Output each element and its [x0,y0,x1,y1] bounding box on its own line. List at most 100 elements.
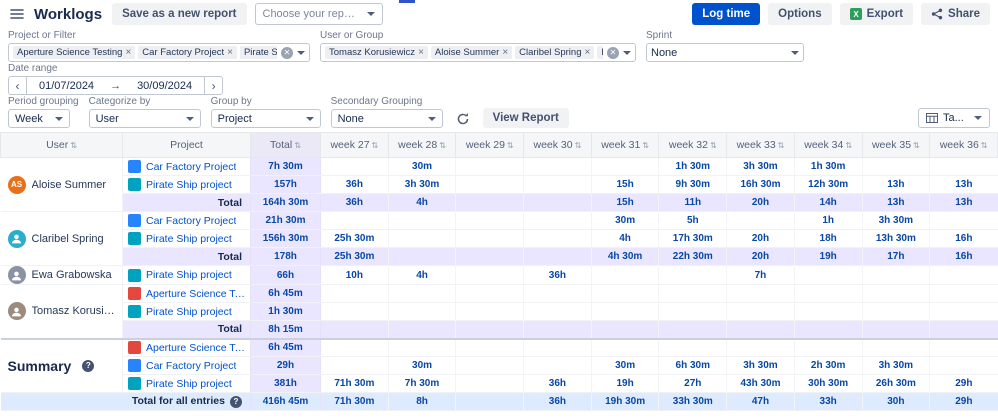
chip-remove-icon[interactable]: × [584,47,590,58]
column-header-week-32[interactable]: week 32 ⇅ [658,132,728,158]
project-icon [128,377,141,390]
options-button[interactable]: Options [768,3,832,25]
column-label: week 30 [533,139,573,151]
week-cell [861,284,930,303]
week-cell: 30m [590,356,659,375]
project-filter-label: Project or Filter [8,30,76,41]
filter-chip[interactable]: Car Factory Project × [138,46,237,59]
week-cell: 29h [929,374,998,393]
column-header-week-36[interactable]: week 36 ⇅ [929,132,998,158]
grand-week-cell: 33h [793,392,862,411]
chip-remove-icon[interactable]: × [418,47,424,58]
project-link[interactable]: Car Factory Project [146,215,236,227]
week-total-cell: 20h [726,247,795,266]
summary-label: Summary [7,357,72,374]
group-by-select[interactable]: Project [210,109,321,128]
view-report-button[interactable]: View Report [482,108,569,128]
row-total-cell: 1h 30m [250,302,321,321]
week-total-cell [793,320,862,339]
project-link[interactable]: Aperture Science Testing [146,342,247,354]
report-select[interactable]: Choose your report... [254,3,383,25]
chip-remove-icon[interactable]: × [125,47,131,58]
categorize-by-select[interactable]: User [88,109,201,128]
chip-label: Pirate Ship project [243,47,277,58]
sprint-select[interactable]: None [646,43,804,62]
column-header-week-35[interactable]: week 35 ⇅ [861,132,931,158]
chevron-down-icon [974,116,982,120]
project-link[interactable]: Pirate Ship project [146,179,232,191]
filter-chip[interactable]: Tomasz Korusiewicz × [325,46,428,59]
clear-all-icon[interactable]: ✕ [281,46,293,59]
week-cell [726,337,795,357]
filter-chip[interactable]: Aperture Science Testing × [13,46,136,59]
help-icon[interactable]: ? [82,359,95,372]
chip-remove-icon[interactable]: × [502,47,508,58]
project-icon [128,214,141,227]
log-time-button[interactable]: Log time [692,3,761,25]
column-header-user[interactable]: User ⇅ [0,132,123,158]
period-grouping-select[interactable]: Week [8,109,70,128]
table-grid-icon [926,113,938,123]
prev-period-button[interactable]: ‹ [9,77,27,94]
project-link[interactable]: Pirate Ship project [146,233,232,245]
date-to[interactable]: 30/09/2024 [137,80,192,92]
column-header-week-28[interactable]: week 28 ⇅ [387,132,457,158]
sort-icon: ⇅ [845,141,853,150]
user-cell: AS Aloise Summer [0,157,123,212]
filter-chip[interactable]: Claribel Spring × [515,46,595,59]
date-from[interactable]: 01/07/2024 [39,80,94,92]
grand-week-cell: 71h 30m [320,392,389,411]
column-header-project[interactable]: Project [122,132,251,158]
project-cell: Car Factory Project [122,356,251,375]
chip-remove-icon[interactable]: × [227,47,233,58]
project-link[interactable]: Car Factory Project [146,161,236,173]
week-total-cell: 14h [793,193,862,212]
column-header-week-33[interactable]: week 33 ⇅ [726,132,795,158]
project-link[interactable]: Aperture Science Testing [146,288,247,300]
project-link[interactable]: Pirate Ship project [146,269,232,281]
project-link[interactable]: Car Factory Project [146,360,236,372]
column-header-week-29[interactable]: week 29 ⇅ [455,132,525,158]
sort-icon: ⇅ [642,141,649,150]
column-header-week-34[interactable]: week 34 ⇅ [793,132,863,158]
menu-icon[interactable] [8,6,26,22]
week-cell [387,284,456,303]
week-cell: 16h 30m [726,175,795,194]
save-report-button[interactable]: Save as a new report [112,3,247,25]
filter-chip[interactable]: Ewa Grabowska× [597,46,603,59]
date-range-values[interactable]: 01/07/2024 → 30/09/2024 [27,77,204,94]
column-header-week-31[interactable]: week 31 ⇅ [590,132,660,158]
filter-chip[interactable]: Aloise Summer × [430,46,513,59]
refresh-icon[interactable] [453,109,473,128]
info-icon[interactable]: ? [230,395,242,408]
user-filter-field[interactable]: Tomasz Korusiewicz × Aloise Summer × Claribe… [320,43,636,62]
column-header-week-27[interactable]: week 27 ⇅ [320,132,389,158]
view-mode-select[interactable]: Ta... [918,108,990,128]
week-cell: 20h [726,229,795,248]
chip-label: Ewa Grabowska [601,47,603,58]
export-button[interactable]: X Export [839,3,914,25]
project-filter-chips: Aperture Science Testing × Car Factory Pro… [13,46,277,59]
column-header-week-30[interactable]: week 30 ⇅ [523,132,592,158]
filter-bar: Project or Filter Aperture Science Testi… [0,28,998,95]
share-button[interactable]: Share [921,3,990,25]
user-name: Tomasz Korusiewicz [31,305,120,318]
project-filter-field[interactable]: Aperture Science Testing × Car Factory Pro… [8,43,310,62]
week-cell: 30m [387,157,456,176]
column-header-total[interactable]: Total ⇅ [250,132,321,158]
week-cell [726,211,795,230]
filter-chip[interactable]: Pirate Ship project× [239,46,277,59]
chevron-down-icon [791,50,799,55]
next-period-button[interactable]: › [204,77,222,94]
secondary-grouping-select[interactable]: None [330,109,443,128]
group-total-cell: 164h 30m [250,193,321,212]
project-link[interactable]: Pirate Ship project [146,306,232,318]
week-cell: 4h [387,265,456,285]
clear-all-icon[interactable]: ✕ [607,46,619,59]
week-cell: 36h [320,175,389,194]
project-link[interactable]: Pirate Ship project [146,378,232,390]
user-avatar [7,302,26,321]
project-cell: Pirate Ship project [122,175,251,194]
week-cell [455,265,524,285]
export-excel-icon: X [849,8,862,20]
